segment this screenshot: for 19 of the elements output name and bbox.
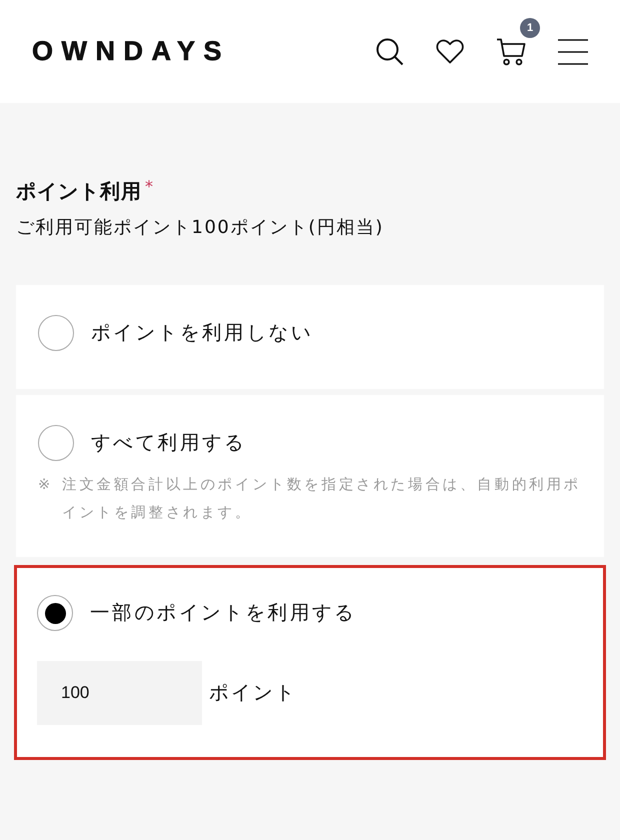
- option-label: ポイントを利用しない: [91, 320, 313, 346]
- points-unit-label: ポイント: [209, 680, 297, 706]
- radio-button[interactable]: [38, 425, 74, 461]
- menu-icon[interactable]: [558, 38, 588, 64]
- note-text: 注文金額合計以上のポイント数を指定された場合は、自動的利用ポイントを調整されます。: [62, 476, 582, 523]
- radio-button[interactable]: [37, 595, 73, 631]
- search-icon[interactable]: [376, 38, 404, 66]
- radio-button[interactable]: [38, 315, 74, 351]
- section-title: ポイント利用: [16, 178, 142, 205]
- brand-logo[interactable]: OWNDAYS: [32, 38, 230, 65]
- available-points-text: ご利用可能ポイント100ポイント(円相当): [16, 216, 385, 240]
- cart-icon[interactable]: [496, 38, 526, 66]
- cart-count-badge: 1: [520, 18, 540, 38]
- points-input[interactable]: 100: [37, 661, 202, 725]
- note-mark: ※: [38, 476, 54, 495]
- option-label: すべて利用する: [91, 430, 246, 456]
- heart-icon[interactable]: [436, 39, 464, 64]
- option-label: 一部のポイントを利用する: [90, 600, 356, 626]
- required-mark: *: [145, 177, 153, 197]
